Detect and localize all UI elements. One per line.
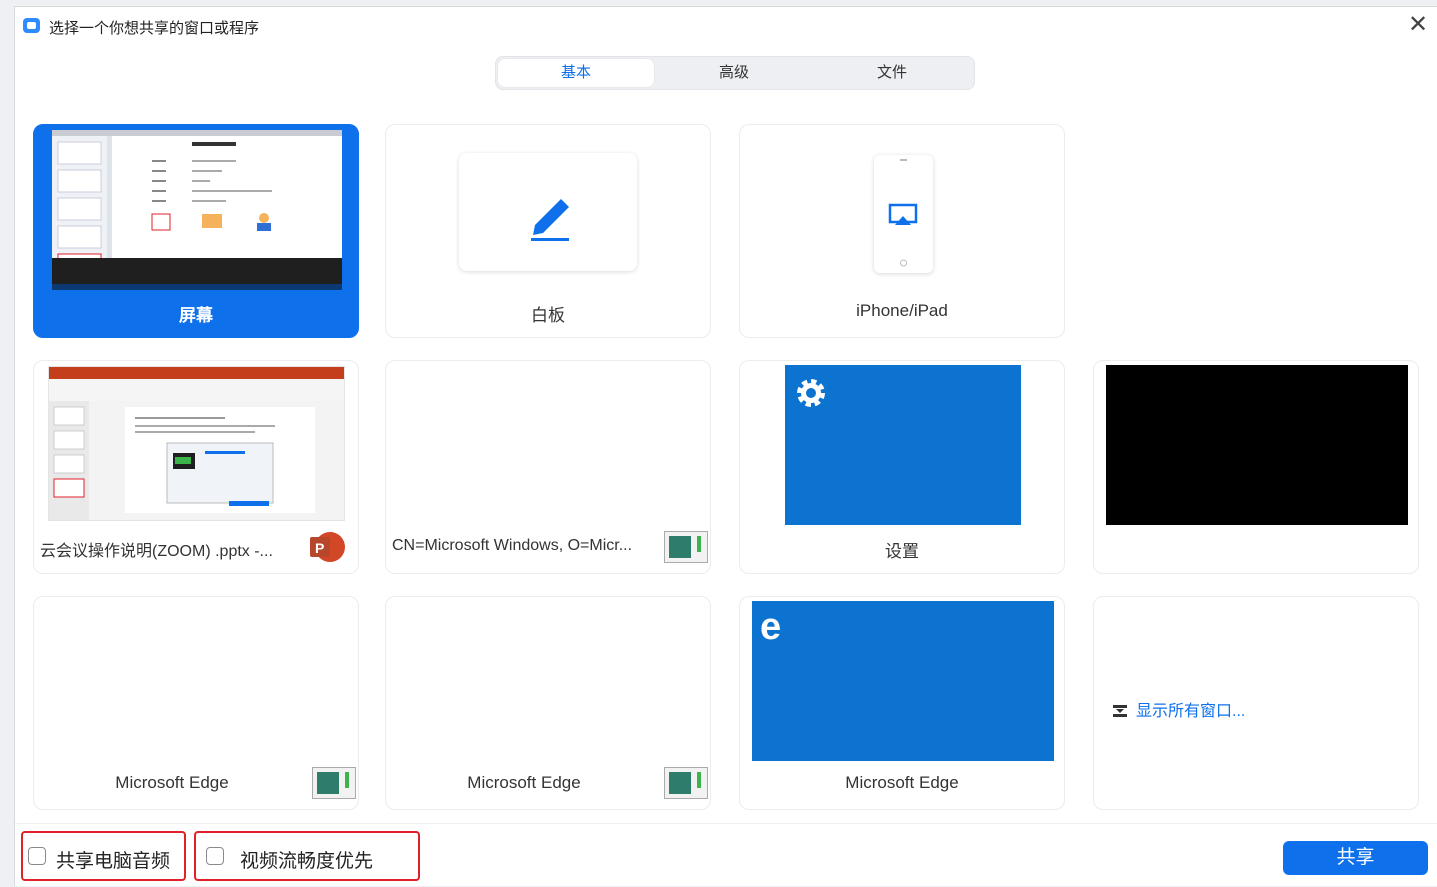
tile-label: iPhone/iPad <box>856 301 948 320</box>
share-screen-dialog: 选择一个你想共享的窗口或程序 ✕ 基本 高级 文件 屏幕 白板 iPhone/i… <box>14 6 1437 886</box>
app-window-icon <box>664 531 708 563</box>
phone-outline <box>874 155 933 273</box>
edge-thumbnail: e <box>752 601 1054 761</box>
tab-basic[interactable]: 基本 <box>498 59 654 87</box>
edge-icon: e <box>760 607 781 647</box>
app-window-icon <box>312 767 356 799</box>
tile-label: Microsoft Edge <box>845 773 959 792</box>
screen-thumbnail <box>52 130 342 290</box>
tile-label: Microsoft Edge <box>115 773 229 792</box>
airplay-icon <box>888 159 918 267</box>
share-audio-option[interactable]: 共享电脑音频 <box>21 831 186 881</box>
powerpoint-icon: P <box>310 532 345 562</box>
svg-text:e: e <box>760 607 781 647</box>
share-audio-label: 共享电脑音频 <box>56 851 171 872</box>
app-window-icon <box>664 767 708 799</box>
share-tile-edge-3[interactable]: e Microsoft Edge <box>739 596 1065 810</box>
share-tile-screen[interactable]: 屏幕 <box>33 124 359 338</box>
show-all-windows-link[interactable]: 显示所有窗口... <box>1112 697 1245 721</box>
screen-preview-image <box>52 130 342 290</box>
share-audio-checkbox[interactable] <box>28 847 46 865</box>
zoom-logo-icon <box>23 18 40 33</box>
tile-label: 白板 <box>531 306 565 325</box>
powerpoint-thumbnail <box>48 366 345 521</box>
dialog-title: 选择一个你想共享的窗口或程序 <box>49 20 260 37</box>
video-smooth-checkbox[interactable] <box>206 847 224 865</box>
show-all-windows-label: 显示所有窗口... <box>1136 703 1246 720</box>
share-tile-edge-2[interactable]: Microsoft Edge <box>385 596 711 810</box>
share-type-tabs: 基本 高级 文件 <box>495 56 975 90</box>
close-icon[interactable]: ✕ <box>1406 13 1430 37</box>
share-tile-settings[interactable]: 设置 <box>739 360 1065 574</box>
video-smooth-label: 视频流畅度优先 <box>240 851 374 872</box>
black-window-thumbnail <box>1106 365 1408 525</box>
tile-label: 云会议操作说明(ZOOM) .pptx -... <box>40 543 273 560</box>
whiteboard-card <box>459 153 637 271</box>
settings-thumbnail <box>785 365 1021 525</box>
share-tile-powerpoint[interactable]: 云会议操作说明(ZOOM) .pptx -... P <box>33 360 359 574</box>
tile-label: 设置 <box>885 542 919 561</box>
show-all-windows-icon <box>1113 705 1127 717</box>
powerpoint-preview-image <box>49 367 344 520</box>
share-tile-iphone-ipad[interactable]: iPhone/iPad <box>739 124 1065 338</box>
share-tile-cn-window[interactable]: CN=Microsoft Windows, O=Micr... <box>385 360 711 574</box>
tab-advanced[interactable]: 高级 <box>656 59 812 87</box>
share-tile-black-window[interactable] <box>1093 360 1419 574</box>
tile-label: CN=Microsoft Windows, O=Micr... <box>392 537 633 554</box>
tab-files[interactable]: 文件 <box>814 59 970 87</box>
video-smooth-option[interactable]: 视频流畅度优先 <box>194 831 420 881</box>
gear-icon <box>797 379 825 407</box>
title-bar: 选择一个你想共享的窗口或程序 ✕ <box>15 7 1437 45</box>
tile-label: 屏幕 <box>179 306 213 325</box>
share-button[interactable]: 共享 <box>1283 841 1428 875</box>
share-tile-whiteboard[interactable]: 白板 <box>385 124 711 338</box>
pencil-icon <box>531 199 569 241</box>
tile-label: Microsoft Edge <box>467 773 581 792</box>
share-tile-edge-1[interactable]: Microsoft Edge <box>33 596 359 810</box>
svg-text:P: P <box>315 540 324 556</box>
show-all-windows-tile[interactable]: 显示所有窗口... <box>1093 596 1419 810</box>
